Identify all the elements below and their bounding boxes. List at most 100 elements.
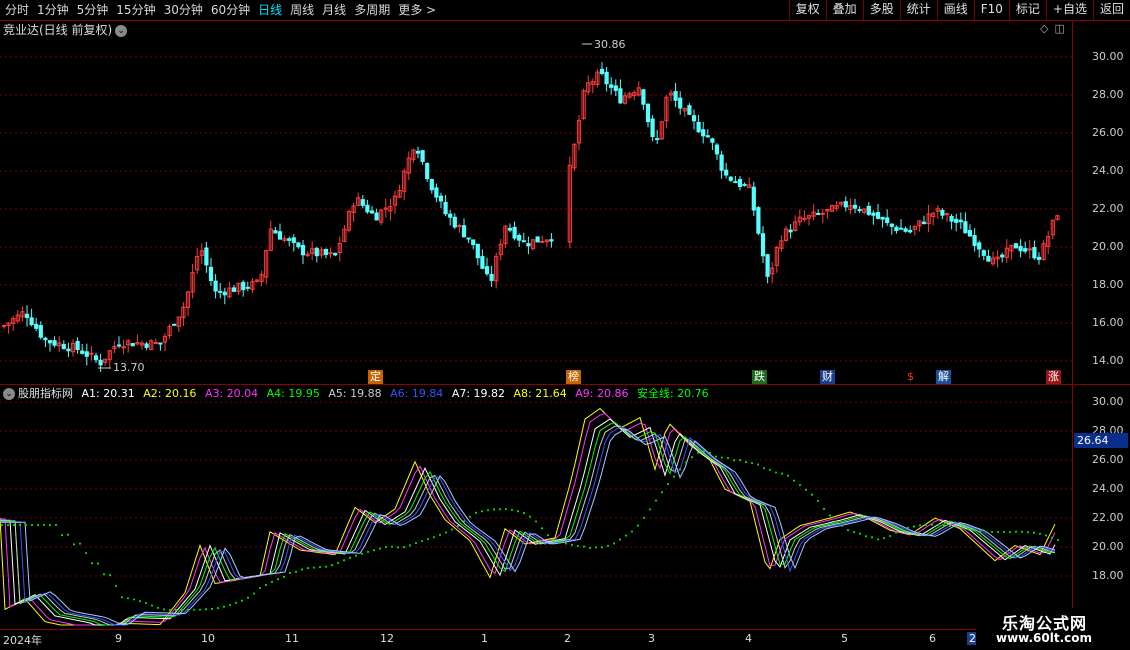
candle-body	[130, 343, 135, 347]
safety-line-dot	[126, 597, 130, 600]
candle-body	[816, 212, 821, 215]
candle-body	[843, 201, 848, 208]
candle-body	[604, 71, 609, 85]
safety-line-dot	[396, 546, 400, 549]
safety-line-dot	[690, 456, 694, 459]
candle-body	[986, 255, 991, 262]
safety-line-dot	[60, 533, 64, 537]
candle-body	[517, 234, 522, 241]
candle-body	[1036, 256, 1042, 260]
candle-body	[507, 227, 513, 231]
indicator-value-a4: A4: 19.95	[266, 387, 320, 400]
safety-line-dot	[204, 608, 208, 611]
safety-line-dot	[102, 573, 106, 576]
candle-body	[954, 218, 959, 223]
indicator-name[interactable]: 股朋指标网	[18, 387, 73, 400]
candle-body	[673, 91, 678, 101]
safety-line-dot	[348, 556, 352, 559]
safety-line-dot	[120, 596, 124, 599]
safety-line-dot	[732, 459, 736, 462]
candle-body	[898, 227, 904, 230]
safety-line-dot	[666, 483, 670, 486]
candle-body	[857, 209, 862, 212]
candle-body	[1032, 247, 1037, 259]
safety-line-dot	[330, 563, 334, 567]
safety-line-dot	[1050, 536, 1054, 539]
candle-body	[765, 254, 770, 277]
date-label: 6	[929, 632, 936, 645]
candle-body	[728, 176, 733, 181]
safety-line-dot	[786, 474, 790, 477]
candle-body	[241, 281, 246, 291]
event-marker[interactable]: 财	[820, 370, 835, 384]
date-label: 2024年	[3, 634, 42, 647]
event-marker[interactable]: 解	[936, 370, 951, 384]
safety-line-dot	[246, 596, 250, 599]
candle-body	[963, 221, 968, 234]
safety-line-dot	[84, 551, 88, 555]
candle-body	[535, 236, 540, 243]
indicator-axis-label: 24.00	[1092, 482, 1124, 495]
safety-line-dot	[942, 524, 946, 527]
safety-line-dot	[24, 523, 28, 527]
date-label: 2	[564, 632, 571, 645]
safety-line-dot	[558, 541, 562, 544]
candle-body	[737, 179, 743, 188]
candle-body	[84, 351, 89, 357]
safety-line-dot	[738, 459, 742, 462]
indicator-axis-label: 22.00	[1092, 511, 1124, 524]
candle-body	[742, 183, 747, 186]
event-marker[interactable]: 涨	[1046, 370, 1061, 384]
event-marker[interactable]: 跌	[752, 370, 767, 384]
safety-line-dot	[762, 467, 766, 470]
low-price-annotation: 13.70	[113, 361, 145, 374]
safety-line-dot	[306, 566, 310, 570]
safety-line-dot	[792, 479, 796, 482]
candle-body	[374, 212, 379, 221]
safety-line-dot	[864, 535, 868, 538]
safety-line-dot	[618, 538, 622, 541]
safety-line-dot	[300, 568, 304, 571]
candle-body	[452, 216, 457, 228]
safety-line-dot	[288, 571, 292, 575]
safety-line-dot	[834, 520, 838, 523]
candle-body	[1027, 248, 1032, 251]
candle-body	[144, 343, 149, 348]
candle-body	[218, 290, 223, 293]
candle-body	[618, 88, 623, 104]
safety-line-dot	[954, 525, 958, 528]
event-marker[interactable]: 定	[368, 370, 383, 384]
safety-line-dot	[804, 488, 808, 491]
chevron-down-icon[interactable]: ⌄	[3, 388, 15, 400]
kline-chart[interactable]	[0, 0, 1130, 650]
candle-body	[889, 223, 894, 227]
candle-body	[61, 344, 66, 350]
safety-line-dot	[984, 530, 988, 533]
safety-line-dot	[648, 508, 652, 511]
candle-body	[760, 233, 766, 257]
safety-line-dot	[408, 544, 412, 547]
candle-body	[705, 135, 710, 138]
safety-line-dot	[1020, 530, 1024, 534]
candle-body	[300, 244, 306, 256]
indicator-legend: ⌄ 股朋指标网 A1: 20.31 A2: 20.16 A3: 20.04 A4:…	[3, 386, 714, 402]
safety-line-dot	[270, 580, 274, 583]
candle-body	[369, 210, 375, 214]
candle-body	[333, 252, 338, 256]
safety-line-dot	[180, 608, 184, 612]
event-marker[interactable]: 榜	[566, 370, 581, 384]
event-marker[interactable]: $	[905, 370, 916, 384]
candle-body	[521, 240, 526, 243]
candle-body	[231, 287, 237, 292]
candle-body	[756, 207, 761, 234]
safety-line-dot	[540, 527, 544, 530]
safety-line-dot	[438, 533, 442, 537]
safety-line-dot	[768, 468, 772, 471]
candle-body	[1000, 254, 1005, 258]
candle-body	[43, 337, 48, 341]
candle-body	[425, 163, 430, 180]
safety-line-dot	[30, 523, 34, 527]
candle-body	[1018, 245, 1023, 252]
high-price-annotation: 30.86	[594, 38, 626, 51]
candle-body	[655, 138, 660, 141]
